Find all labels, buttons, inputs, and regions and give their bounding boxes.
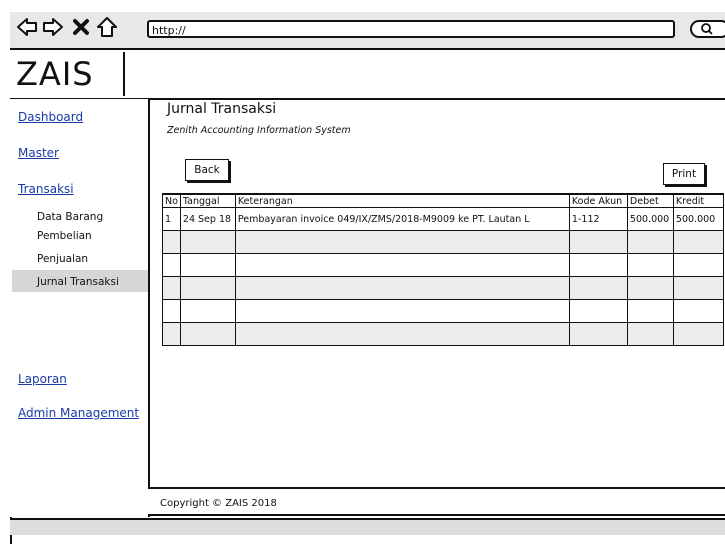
sidebar-item-dashboard[interactable]: Dashboard xyxy=(18,110,83,124)
cell-tanggal xyxy=(179,276,236,300)
cell-debet: 500.000 xyxy=(626,207,674,231)
cell-kredit xyxy=(672,230,724,254)
cell-debet xyxy=(626,299,674,323)
sidebar-item-admin-management[interactable]: Admin Management xyxy=(18,406,139,420)
cell-debet xyxy=(626,230,674,254)
sidebar-subitem-penjualan[interactable]: Penjualan xyxy=(37,253,88,265)
back-arrow-icon[interactable] xyxy=(16,16,38,38)
cell-kredit xyxy=(672,253,724,277)
cell-kredit xyxy=(672,276,724,300)
column-header-kode-akun: Kode Akun xyxy=(568,193,628,208)
cell-tanggal xyxy=(179,230,236,254)
cell-keterangan xyxy=(234,299,570,323)
cell-tanggal: 24 Sep 18 xyxy=(179,207,236,231)
url-field[interactable]: http:// xyxy=(147,20,675,38)
cell-keterangan: Pembayaran invoice 049/IX/ZMS/2018-M9009… xyxy=(234,207,570,231)
cell-keterangan xyxy=(234,253,570,277)
cell-kode-akun xyxy=(568,253,628,277)
column-header-debet: Debet xyxy=(626,193,674,208)
table-row[interactable] xyxy=(162,322,724,346)
column-header-no: No xyxy=(162,193,181,208)
search-icon xyxy=(701,23,713,35)
cell-kode-akun xyxy=(568,299,628,323)
cell-kode-akun xyxy=(568,322,628,346)
cell-kredit xyxy=(672,322,724,346)
table-row[interactable] xyxy=(162,253,724,277)
cell-kredit xyxy=(672,299,724,323)
forward-arrow-icon[interactable] xyxy=(42,16,64,38)
print-button[interactable]: Print xyxy=(663,163,705,185)
back-button[interactable]: Back xyxy=(185,159,229,181)
column-header-tanggal: Tanggal xyxy=(179,193,236,208)
sidebar-item-laporan[interactable]: Laporan xyxy=(18,372,67,386)
cell-tanggal xyxy=(179,299,236,323)
cell-no xyxy=(162,276,181,300)
cell-no xyxy=(162,230,181,254)
cell-debet xyxy=(626,253,674,277)
page-title: Jurnal Transaksi xyxy=(167,101,277,117)
cell-no xyxy=(162,299,181,323)
column-header-keterangan: Keterangan xyxy=(234,193,570,208)
cell-no xyxy=(162,253,181,277)
sidebar-subitem-data-barang[interactable]: Data Barang xyxy=(37,211,103,223)
browser-status-bar xyxy=(10,518,725,535)
table-row[interactable] xyxy=(162,230,724,254)
page-footer: Copyright © ZAIS 2018 xyxy=(148,487,725,516)
table-row[interactable]: 1 24 Sep 18 Pembayaran invoice 049/IX/ZM… xyxy=(162,207,724,231)
cell-tanggal xyxy=(179,253,236,277)
sidebar-item-master[interactable]: Master xyxy=(18,146,59,160)
journal-table: No Tanggal Keterangan Kode Akun Debet Kr… xyxy=(162,193,724,346)
cell-debet xyxy=(626,322,674,346)
app-logo[interactable]: ZAIS xyxy=(12,52,125,96)
table-row[interactable] xyxy=(162,299,724,323)
cell-tanggal xyxy=(179,322,236,346)
cell-kredit: 500.000 xyxy=(672,207,724,231)
cell-kode-akun: 1-112 xyxy=(568,207,628,231)
sidebar-subitem-pembelian[interactable]: Pembelian xyxy=(37,230,92,242)
browser-search-button[interactable] xyxy=(690,20,725,38)
cell-kode-akun xyxy=(568,230,628,254)
column-header-kredit: Kredit xyxy=(672,193,724,208)
cell-kode-akun xyxy=(568,276,628,300)
sidebar-item-transaksi[interactable]: Transaksi xyxy=(18,182,74,196)
table-row[interactable] xyxy=(162,276,724,300)
cell-debet xyxy=(626,276,674,300)
sidebar-subitem-jurnal-transaksi[interactable]: Jurnal Transaksi xyxy=(37,276,119,288)
page-subtitle: Zenith Accounting Information System xyxy=(167,125,351,136)
close-icon[interactable] xyxy=(70,16,92,38)
cell-keterangan xyxy=(234,230,570,254)
sidebar xyxy=(10,99,150,517)
cell-no: 1 xyxy=(162,207,181,231)
cell-keterangan xyxy=(234,276,570,300)
cell-keterangan xyxy=(234,322,570,346)
table-header-row: No Tanggal Keterangan Kode Akun Debet Kr… xyxy=(162,193,724,208)
cell-no xyxy=(162,322,181,346)
home-icon[interactable] xyxy=(96,16,118,38)
